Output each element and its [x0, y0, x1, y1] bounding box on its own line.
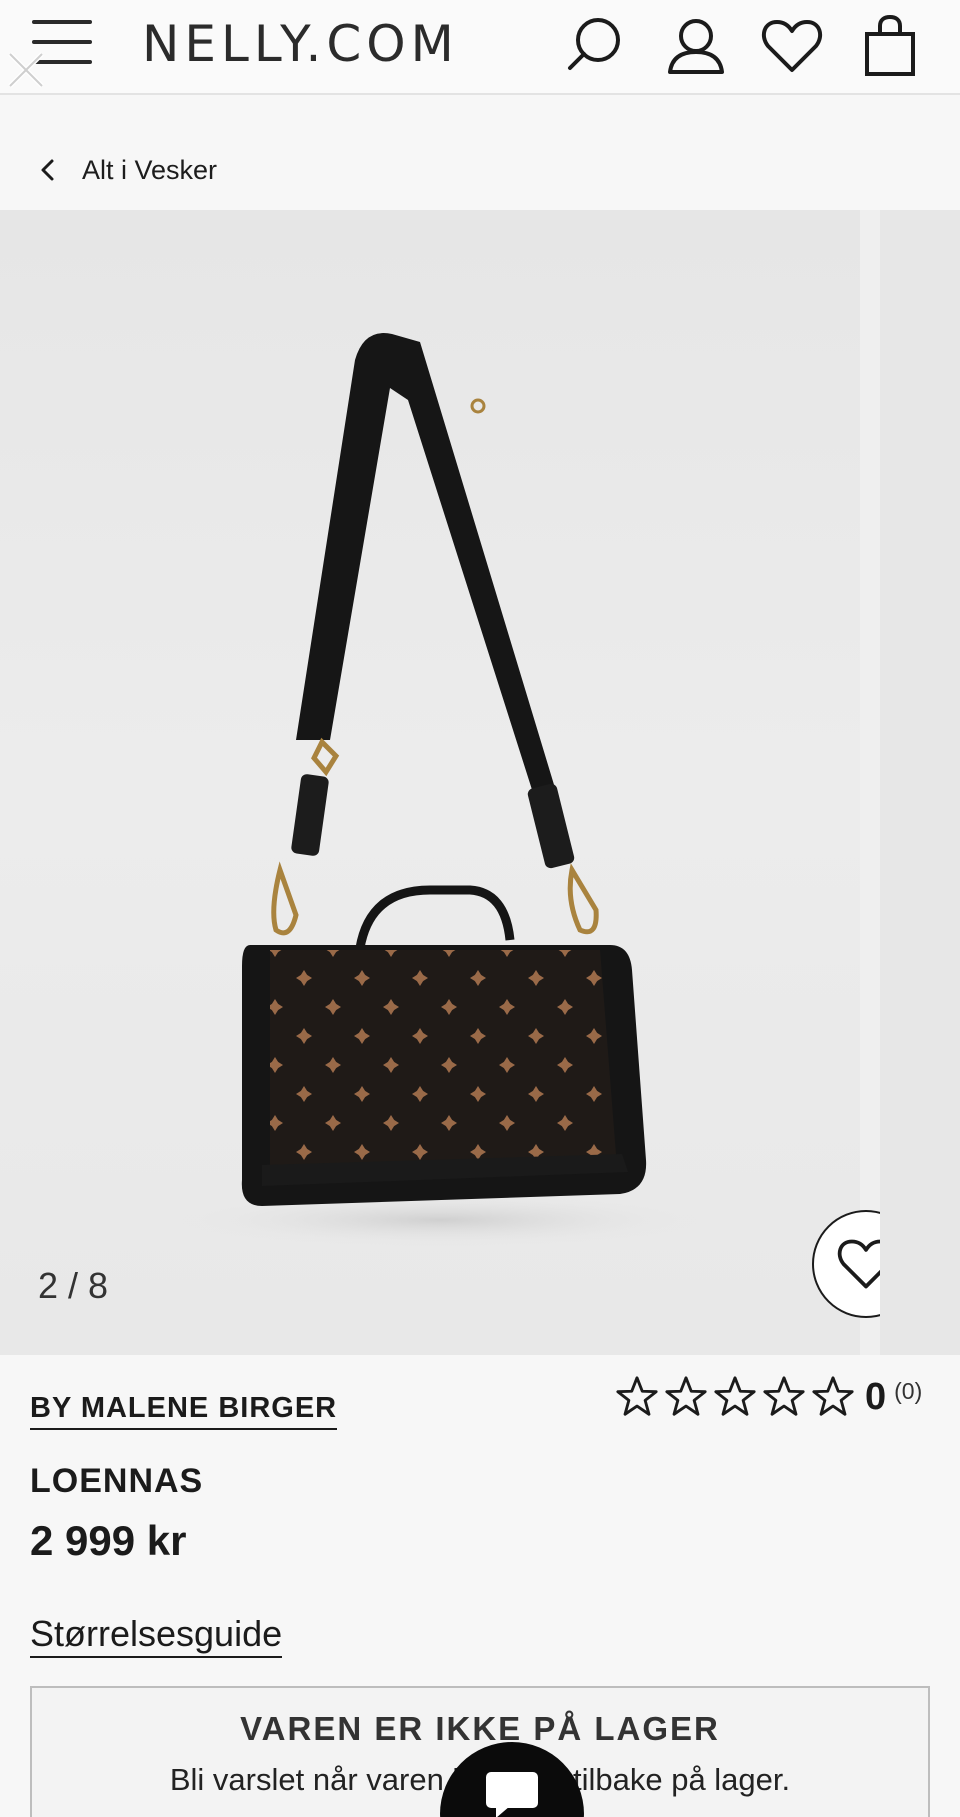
cart-icon[interactable]	[858, 14, 922, 78]
product-image	[180, 333, 700, 1246]
product-brand-link[interactable]: BY MALENE BIRGER	[30, 1392, 338, 1430]
star-outline-icon	[665, 1376, 707, 1416]
breadcrumb-label: Alt i Vesker	[82, 154, 218, 185]
account-icon[interactable]	[664, 14, 728, 78]
chat-icon	[486, 1772, 538, 1817]
close-icon[interactable]	[2, 46, 50, 94]
gallery-slide-current[interactable]: 2 / 8	[0, 210, 920, 1355]
gallery-slide-next[interactable]	[880, 210, 960, 1355]
size-guide-link[interactable]: Størrelsesguide	[30, 1612, 283, 1658]
site-logo[interactable]: NELLY.COM	[142, 14, 459, 74]
site-header: NELLY.COM	[0, 0, 960, 95]
search-icon[interactable]	[562, 14, 626, 78]
star-outline-icon	[812, 1376, 854, 1416]
product-rating[interactable]: 0 (0)	[614, 1374, 922, 1420]
star-outline-icon	[616, 1376, 658, 1416]
chevron-left-icon	[41, 159, 54, 181]
wishlist-icon[interactable]	[760, 14, 824, 78]
product-price: 2 999 kr	[30, 1517, 187, 1564]
stock-title: VAREN ER IKKE PÅ LAGER	[240, 1710, 720, 1747]
product-gallery[interactable]: 2 / 8	[0, 210, 960, 1355]
rating-value: 0	[865, 1375, 887, 1418]
star-outline-icon	[763, 1376, 805, 1416]
star-outline-icon	[714, 1376, 756, 1416]
gallery-counter: 2 / 8	[38, 1265, 109, 1306]
breadcrumb[interactable]: Alt i Vesker	[36, 150, 217, 190]
rating-count: (0)	[894, 1378, 923, 1404]
product-name: LOENNAS	[30, 1462, 204, 1500]
